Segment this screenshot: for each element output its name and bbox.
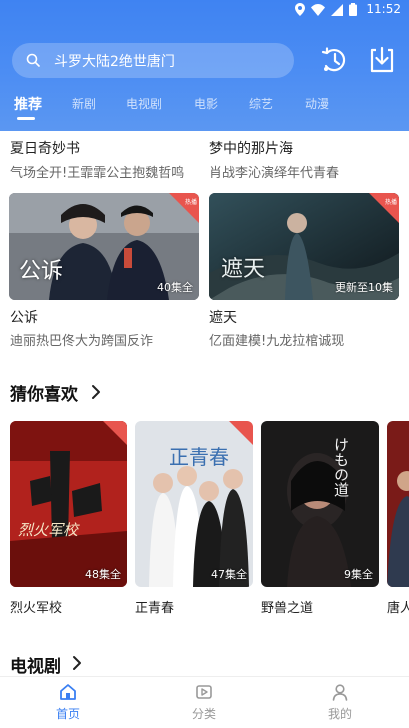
exclusive-badge: 热播 [369,193,399,223]
episode-count: 48集全 [85,568,121,581]
guess-card-poster[interactable]: けもの道 9集全 [261,421,379,587]
section-title-guess[interactable]: 猜你喜欢 [10,380,78,405]
item-title[interactable]: 夏日奇妙书 [10,138,80,158]
card-title[interactable]: 唐人 [387,597,409,616]
tabbar-label: 分类 [191,707,216,721]
profile-icon [332,684,348,701]
tabbar-home[interactable]: 首页 [28,677,108,728]
tabbar-label: 我的 [327,707,352,721]
section-title-tv[interactable]: 电视剧 [10,652,61,676]
wifi-icon [311,3,325,16]
tabbar-category[interactable]: 分类 [164,677,244,728]
svg-text:热播: 热播 [185,198,197,206]
status-bar: 11:52 [0,0,409,20]
home-icon [60,684,76,700]
hot-badge [229,421,253,445]
feed: 夏日奇妙书 气场全开!王霏霏公主抱魏哲鸣 梦中的那片海 肖战李沁演绎年代青春 公… [0,131,409,676]
tab-tv[interactable]: 电视剧 [126,95,162,112]
card-title[interactable]: 野兽之道 [261,597,313,616]
tab-movie[interactable]: 电影 [194,95,218,112]
featured-poster[interactable]: 遮天 热播 更新至10集 [209,193,399,300]
status-time: 11:52 [366,2,401,16]
search-icon [26,53,40,67]
history-icon[interactable] [318,44,350,76]
episode-count: 9集全 [344,568,373,581]
chevron-right-icon[interactable] [72,655,82,671]
poster-title-text: 烈火军校 [18,521,79,539]
signal-icon [331,3,343,16]
tab-new[interactable]: 新剧 [72,95,96,112]
tab-variety[interactable]: 综艺 [249,95,273,112]
episode-count: 47集全 [211,568,247,581]
poster-title-text: 正青春 [169,445,229,469]
search-bar[interactable]: 斗罗大陆2绝世唐门 [12,43,294,78]
search-placeholder: 斗罗大陆2绝世唐门 [54,54,175,70]
item-subtitle: 迪丽热巴佟大为跨国反诈 [10,334,154,349]
guess-card-poster[interactable] [387,421,409,587]
category-tabs: 推荐 新剧 电视剧 电影 综艺 动漫 [0,92,409,128]
tabbar-label: 首页 [55,707,80,721]
item-title[interactable]: 遮天 [209,307,237,327]
item-subtitle: 肖战李沁演绎年代青春 [209,166,340,181]
card-title[interactable]: 正青春 [135,597,174,616]
status-icons [295,3,357,16]
episode-count: 40集全 [157,281,193,294]
category-icon [196,685,212,699]
poster-art [387,421,409,587]
poster-title-text: 遮天 [221,257,266,282]
location-icon [295,3,305,16]
tab-active-indicator [17,117,35,120]
poster-title-text: 公诉 [19,259,64,284]
poster-art [10,421,127,587]
tab-anime[interactable]: 动漫 [305,95,329,112]
battery-icon [349,3,357,16]
chevron-right-icon[interactable] [91,384,101,400]
item-title[interactable]: 梦中的那片海 [209,138,293,158]
download-icon[interactable] [366,44,398,76]
episode-count: 更新至10集 [335,281,393,294]
item-title[interactable]: 公诉 [10,307,38,327]
tab-recommend[interactable]: 推荐 [14,94,42,114]
app-screen: 11:52 斗罗大陆2绝世唐门 推荐 新剧 电视剧 电影 综艺 动漫 夏日奇妙书… [0,0,409,728]
poster-art [261,421,379,587]
guess-card-poster[interactable]: 正青春 47集全 [135,421,253,587]
hot-badge [103,421,127,445]
card-title[interactable]: 烈火军校 [10,597,62,616]
exclusive-badge: 热播 [169,193,199,223]
item-subtitle: 亿面建模!九龙拉棺诚现 [209,334,345,349]
featured-poster[interactable]: 公诉 热播 40集全 [9,193,199,300]
guess-card-poster[interactable]: 烈火军校 48集全 [10,421,127,587]
bottom-tab-bar: 首页 分类 我的 [0,676,409,728]
header: 11:52 斗罗大陆2绝世唐门 推荐 新剧 电视剧 电影 综艺 动漫 [0,0,409,131]
svg-text:热播: 热播 [385,198,397,206]
poster-title-text: けもの道 [332,437,350,497]
item-subtitle: 气场全开!王霏霏公主抱魏哲鸣 [10,166,185,181]
tabbar-profile[interactable]: 我的 [300,677,380,728]
